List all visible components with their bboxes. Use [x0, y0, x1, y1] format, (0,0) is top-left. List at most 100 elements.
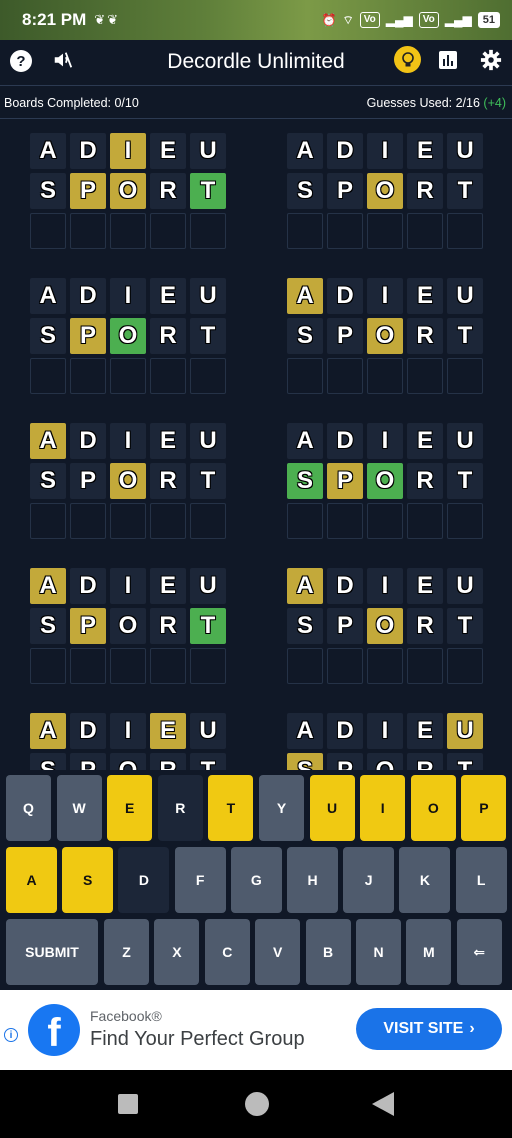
key-m[interactable]: M — [406, 919, 452, 985]
ad-advertiser: Facebook® — [90, 1008, 162, 1024]
key-a[interactable]: A — [6, 847, 57, 913]
board-4: ADIEU SPORT — [287, 278, 485, 398]
tile: P — [327, 318, 363, 354]
key-k[interactable]: K — [399, 847, 451, 913]
signal-icon: ▂▄▆ — [385, 13, 413, 27]
info-bar: Boards Completed: 0/10 Guesses Used: 2/1… — [0, 87, 512, 119]
key-j[interactable]: J — [343, 847, 395, 913]
mute-icon[interactable] — [52, 49, 74, 76]
key-y[interactable]: Y — [259, 775, 304, 841]
lightbulb-icon[interactable] — [394, 46, 421, 73]
key-v[interactable]: V — [255, 919, 301, 985]
key-c[interactable]: C — [204, 919, 250, 985]
board-row: ADIEU — [287, 278, 485, 314]
wifi-icon: ⌔ — [342, 12, 354, 27]
board-row: SPORT — [287, 463, 485, 499]
tile — [110, 213, 146, 249]
key-u[interactable]: U — [309, 775, 355, 841]
tile — [287, 503, 323, 539]
tile: O — [110, 318, 146, 354]
key-b[interactable]: B — [305, 919, 351, 985]
board-row: SPORT — [30, 173, 228, 209]
visit-site-label: VISIT SITE — [383, 1020, 464, 1037]
board-row: SPORT — [30, 753, 228, 770]
ad-info-icon[interactable]: i — [4, 1028, 18, 1042]
board-5: ADIEU SPORT — [30, 423, 228, 543]
tile: S — [30, 608, 66, 644]
tile — [30, 213, 66, 249]
tile: D — [70, 568, 106, 604]
key-d[interactable]: D — [118, 847, 170, 913]
key-x[interactable]: X — [154, 919, 200, 985]
board-row — [30, 503, 228, 539]
key-f[interactable]: F — [174, 847, 226, 913]
tile — [447, 648, 483, 684]
back-icon[interactable] — [372, 1092, 394, 1116]
tile: O — [110, 753, 146, 770]
tile — [407, 358, 443, 394]
tile — [367, 648, 403, 684]
key-l[interactable]: L — [455, 847, 507, 913]
help-icon[interactable]: ? — [10, 50, 32, 72]
tile: D — [70, 278, 106, 314]
visit-site-button[interactable]: VISIT SITE › — [356, 1008, 502, 1050]
board-6: ADIEU SPORT — [287, 423, 485, 543]
tile — [30, 503, 66, 539]
key-p[interactable]: P — [461, 775, 507, 841]
gear-icon[interactable] — [480, 49, 502, 76]
tile: R — [407, 318, 443, 354]
tile: T — [447, 753, 483, 770]
key-n[interactable]: N — [356, 919, 401, 985]
recent-apps-icon[interactable] — [118, 1094, 138, 1114]
tile: R — [150, 753, 186, 770]
key-w[interactable]: W — [56, 775, 102, 841]
board-row: ADIEU — [287, 568, 485, 604]
tile: A — [287, 568, 323, 604]
chevron-right-icon: › — [469, 1020, 475, 1037]
tile: A — [287, 133, 323, 169]
tile: T — [190, 173, 226, 209]
board-row: SPORT — [287, 318, 485, 354]
key-o[interactable]: O — [410, 775, 456, 841]
key-s[interactable]: S — [62, 847, 114, 913]
key-t[interactable]: T — [208, 775, 254, 841]
tile: U — [447, 713, 483, 749]
board-row: ADIEU — [30, 278, 228, 314]
stats-icon[interactable] — [438, 50, 458, 75]
tile: R — [150, 173, 186, 209]
home-icon[interactable] — [245, 1092, 269, 1116]
tile: O — [367, 173, 403, 209]
tile — [70, 358, 106, 394]
tile: E — [150, 423, 186, 459]
tile: I — [367, 568, 403, 604]
key-q[interactable]: Q — [6, 775, 51, 841]
tile — [110, 503, 146, 539]
board-1: ADIEU SPORT — [30, 133, 228, 253]
key-z[interactable]: Z — [104, 919, 149, 985]
tile — [150, 648, 186, 684]
tile — [150, 358, 186, 394]
tile: R — [150, 463, 186, 499]
tile: O — [367, 463, 403, 499]
submit-button[interactable]: SUBMIT — [6, 919, 98, 985]
volte-icon: Vo — [359, 12, 380, 28]
key-r[interactable]: R — [157, 775, 203, 841]
tile: R — [407, 753, 443, 770]
tile — [190, 503, 226, 539]
tile: T — [190, 753, 226, 770]
key-g[interactable]: G — [230, 847, 282, 913]
ad-banner[interactable]: i f Facebook® Find Your Perfect Group VI… — [0, 990, 512, 1070]
board-row — [287, 358, 485, 394]
status-icons: ⏰ ⌔ Vo ▂▄▆ Vo ▂▄▆ 51 — [321, 12, 500, 28]
tile: I — [367, 423, 403, 459]
tile: A — [30, 713, 66, 749]
backspace-key[interactable]: ⇐ — [456, 919, 502, 985]
tile: I — [110, 423, 146, 459]
bonus-guesses: (+4) — [483, 96, 506, 110]
key-e[interactable]: E — [107, 775, 153, 841]
tile: T — [447, 318, 483, 354]
tile: P — [70, 318, 106, 354]
key-i[interactable]: I — [360, 775, 406, 841]
board-10: ADIEU SPORT — [287, 713, 485, 770]
key-h[interactable]: H — [287, 847, 338, 913]
